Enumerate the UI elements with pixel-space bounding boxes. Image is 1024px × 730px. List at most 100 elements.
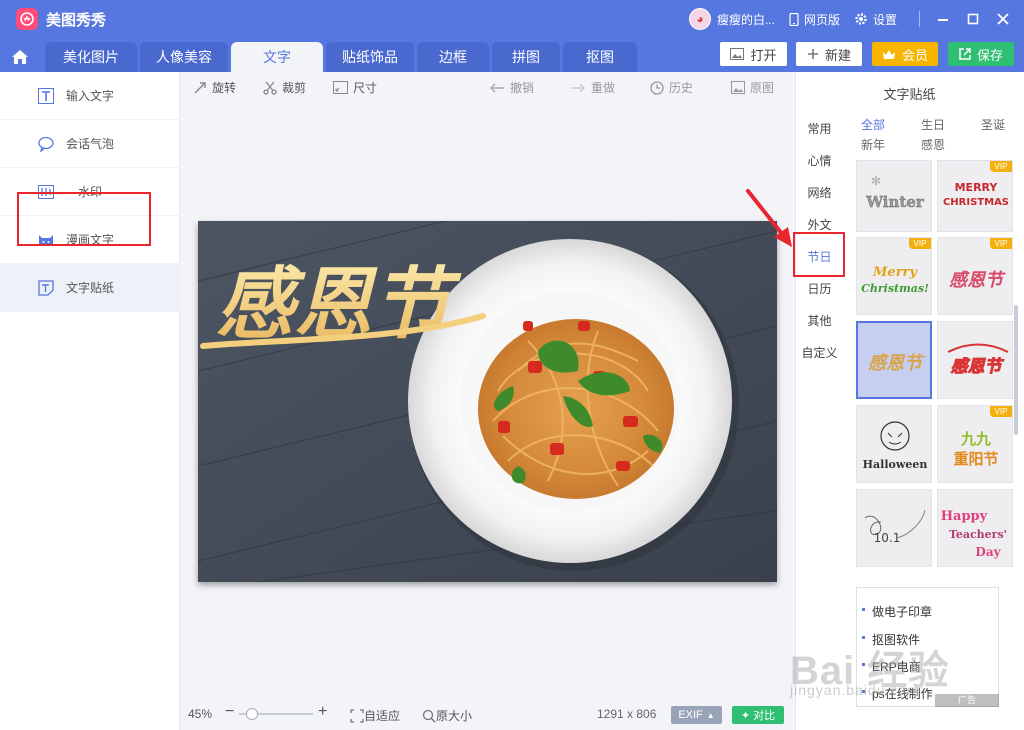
sticker-item-thanksgiving-ribbon[interactable]: 感恩节 — [937, 321, 1013, 399]
subcategory-christmas[interactable]: 圣诞 — [981, 116, 1005, 133]
svg-text:Merry: Merry — [872, 265, 918, 280]
compare-button[interactable]: ✦ 对比 — [732, 706, 784, 724]
bullet-icon — [862, 608, 865, 611]
svg-text:重阳节: 重阳节 — [953, 450, 998, 468]
open-label: 打开 — [750, 47, 777, 63]
tab-border[interactable]: 边框 — [417, 42, 489, 72]
rotate-button[interactable]: 旋转 — [193, 79, 236, 96]
ad-link[interactable]: 做电子印章 — [872, 603, 932, 620]
redo-button[interactable]: 重做 — [570, 79, 615, 96]
scissors-icon — [263, 81, 277, 95]
crop-button[interactable]: 裁剪 — [263, 79, 306, 96]
photo-canvas[interactable]: 感恩节 — [198, 221, 777, 582]
resize-icon — [333, 81, 348, 94]
sticker-item-merry-christmas[interactable]: MERRY CHRISTMAS VIP — [937, 160, 1013, 232]
settings-label: 设置 — [872, 12, 897, 27]
tab-beautify[interactable]: 美化图片 — [45, 42, 137, 72]
crop-label: 裁剪 — [282, 81, 307, 95]
sticker-item-thanksgiving-selected[interactable]: 感恩节 — [856, 321, 932, 399]
undo-button[interactable]: 撤销 — [489, 79, 534, 96]
highlight-box — [793, 232, 845, 277]
menu-item-label: 会话气泡 — [66, 137, 115, 151]
tab-cutout[interactable]: 抠图 — [563, 42, 637, 72]
app-title: 美图秀秀 — [46, 11, 107, 29]
minimize-button[interactable] — [928, 0, 958, 38]
title-bar: 美图秀秀 ◕ 瘦瘦的白... 网页版 设置 — [0, 0, 1024, 38]
original-button[interactable]: 原图 — [731, 79, 774, 96]
zoom-out-button[interactable]: − — [225, 703, 234, 721]
open-button[interactable]: 打开 — [720, 42, 787, 66]
menu-item-input-text[interactable]: 输入文字 — [0, 72, 180, 120]
user-avatar[interactable]: ◕ — [688, 8, 711, 30]
category-mood[interactable]: 心情 — [795, 152, 844, 169]
vip-button[interactable]: 会员 — [872, 42, 938, 66]
category-foreign[interactable]: 外文 — [795, 216, 844, 233]
undo-label: 撤销 — [510, 81, 535, 95]
export-icon — [959, 48, 971, 60]
category-calendar[interactable]: 日历 — [795, 280, 844, 297]
size-label: 尺寸 — [353, 81, 378, 95]
tab-portrait[interactable]: 人像美容 — [140, 42, 228, 72]
svg-text:CHRISTMAS: CHRISTMAS — [943, 197, 1009, 208]
tab-stickers[interactable]: 贴纸饰品 — [326, 42, 414, 72]
new-button[interactable]: 新建 — [796, 42, 862, 66]
subcategory-all[interactable]: 全部 — [861, 116, 885, 133]
sticker-item-winter[interactable]: Winter ✻ — [856, 160, 932, 232]
sticker-text: Halloween — [863, 458, 928, 471]
sticker-text: 10.1 — [874, 531, 901, 545]
redo-arrow-icon — [571, 82, 586, 93]
picture-icon — [731, 81, 745, 94]
user-name[interactable]: 瘦瘦的白... — [717, 11, 775, 28]
category-other[interactable]: 其他 — [795, 312, 844, 329]
history-label: 历史 — [669, 81, 694, 95]
web-version-label: 网页版 — [803, 12, 840, 27]
svg-text:Day: Day — [975, 545, 1001, 559]
panel-scrollbar[interactable] — [1014, 305, 1018, 435]
sticker-text: 感恩节 — [868, 353, 925, 374]
sticker-item-merry-christmas-script[interactable]: Merry Christmas! VIP — [856, 237, 932, 315]
zoom-in-button[interactable]: + — [318, 703, 327, 721]
sticker-item-national-day[interactable]: 10.1 — [856, 489, 932, 567]
web-version-link[interactable]: 网页版 — [789, 11, 840, 28]
svg-text:✻: ✻ — [871, 174, 881, 188]
maximize-button[interactable] — [958, 0, 988, 38]
svg-text:九九: 九九 — [960, 430, 991, 448]
sticker-item-teachers-day[interactable]: Happy Teachers' Day — [937, 489, 1013, 567]
image-dimensions: 1291 x 806 — [597, 707, 657, 721]
sticker-text: Winter — [865, 193, 925, 211]
menu-item-text-sticker[interactable]: 文字贴纸 — [0, 264, 180, 312]
category-internet[interactable]: 网络 — [795, 184, 844, 201]
zoom-slider-handle[interactable] — [246, 708, 258, 720]
settings-button[interactable]: 设置 — [854, 11, 897, 28]
rotate-icon — [194, 81, 206, 93]
menu-item-speech-bubble[interactable]: 会话气泡 — [0, 120, 180, 168]
history-button[interactable]: 历史 — [650, 79, 693, 96]
home-button[interactable] — [0, 42, 40, 72]
actual-size-button[interactable]: 原大小 — [422, 707, 472, 724]
subcategory-new-year[interactable]: 新年 — [861, 136, 885, 153]
sticker-item-thanksgiving-red[interactable]: 感恩节 VIP — [937, 237, 1013, 315]
exif-button[interactable]: EXIF ▲ — [671, 706, 722, 724]
save-button[interactable]: 保存 — [948, 42, 1014, 66]
size-button[interactable]: 尺寸 — [333, 79, 377, 96]
baidu-watermark-url: jingyan.baidu.com — [790, 682, 920, 698]
plus-icon — [807, 49, 818, 59]
category-custom[interactable]: 自定义 — [795, 344, 844, 361]
rotate-label: 旋转 — [212, 81, 237, 95]
tab-text[interactable]: 文字 — [231, 42, 323, 72]
tab-collage[interactable]: 拼图 — [492, 42, 560, 72]
red-arrow-icon — [746, 189, 792, 247]
vip-badge: VIP — [990, 161, 1012, 172]
close-button[interactable] — [988, 0, 1018, 38]
text-sticker-icon — [38, 279, 54, 296]
menu-item-label: 输入文字 — [66, 89, 115, 103]
sticker-item-double-ninth[interactable]: 九九 重阳节 VIP — [937, 405, 1013, 483]
category-common[interactable]: 常用 — [795, 120, 844, 137]
redo-label: 重做 — [591, 81, 616, 95]
sticker-item-halloween[interactable]: Halloween — [856, 405, 932, 483]
new-label: 新建 — [824, 47, 851, 63]
subcategory-thanks[interactable]: 感恩 — [921, 136, 945, 153]
thanksgiving-photo: 感恩节 — [198, 221, 777, 582]
fit-button[interactable]: 自适应 — [350, 707, 400, 724]
subcategory-birthday[interactable]: 生日 — [921, 116, 945, 133]
